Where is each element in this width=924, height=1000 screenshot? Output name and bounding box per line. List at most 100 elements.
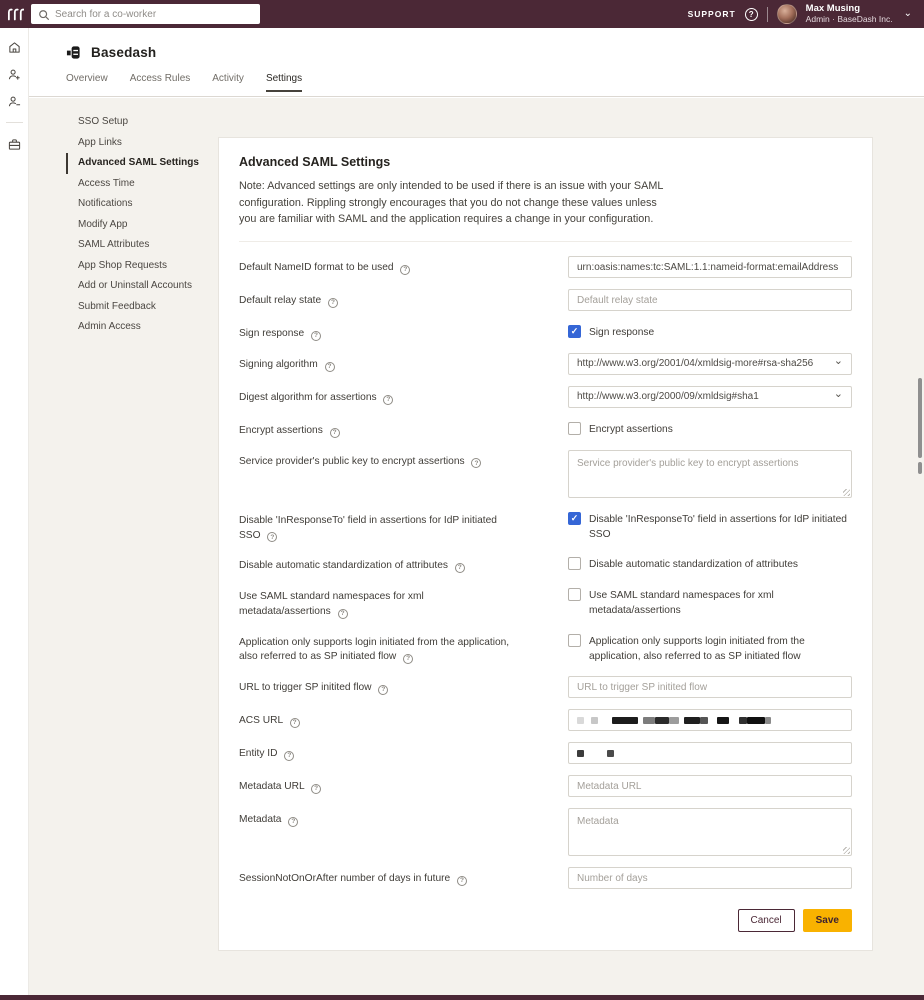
sign-response-checkbox[interactable]: ✓ bbox=[568, 325, 581, 338]
default-relay-state-label: Default relay state ? bbox=[239, 289, 544, 309]
search-icon bbox=[38, 8, 50, 20]
tab-activity[interactable]: Activity bbox=[212, 73, 244, 92]
metadata-placeholder: Metadata bbox=[577, 816, 619, 827]
signing-algorithm-select[interactable]: http://www.w3.org/2001/04/xmldsig-more#r… bbox=[568, 353, 852, 375]
help-icon[interactable]: ? bbox=[267, 532, 277, 542]
settings-nav-advanced-saml-settings[interactable]: Advanced SAML Settings bbox=[66, 153, 226, 174]
help-icon[interactable]: ? bbox=[457, 876, 467, 886]
redacted-block bbox=[669, 717, 679, 724]
cancel-button[interactable]: Cancel bbox=[738, 909, 795, 932]
help-icon[interactable]: ? bbox=[338, 609, 348, 619]
redacted-block bbox=[591, 717, 598, 724]
help-icon[interactable]: ? bbox=[288, 817, 298, 827]
sp-initiated-only-label: Application only supports login initiate… bbox=[239, 631, 544, 666]
redacted-block bbox=[577, 750, 584, 757]
settings-nav-app-links[interactable]: App Links bbox=[66, 133, 226, 154]
acs-url-input[interactable] bbox=[568, 709, 852, 731]
help-icon[interactable]: ? bbox=[330, 428, 340, 438]
redacted-block bbox=[655, 717, 669, 724]
saml-standard-namespaces-checkbox-label: Use SAML standard namespaces for xml met… bbox=[589, 588, 852, 619]
settings-nav-add-or-uninstall-accounts[interactable]: Add or Uninstall Accounts bbox=[66, 276, 226, 297]
sp-flow-url-input[interactable] bbox=[568, 676, 852, 698]
tab-overview[interactable]: Overview bbox=[66, 73, 108, 92]
session-not-on-or-after-input[interactable] bbox=[568, 867, 852, 889]
entity-id-input[interactable] bbox=[568, 742, 852, 764]
signing-algorithm-control: http://www.w3.org/2001/04/xmldsig-more#r… bbox=[568, 353, 852, 375]
form-row-sp-initiated-only: Application only supports login initiate… bbox=[239, 631, 852, 666]
help-icon[interactable]: ? bbox=[745, 8, 758, 21]
digest-algorithm-select[interactable]: http://www.w3.org/2000/09/xmldsig#sha1⌄ bbox=[568, 386, 852, 408]
help-icon[interactable]: ? bbox=[383, 395, 393, 405]
saml-standard-namespaces-checkbox[interactable] bbox=[568, 588, 581, 601]
form-row-sp-public-key: Service provider's public key to encrypt… bbox=[239, 450, 852, 498]
disable-inresponseto-control: ✓Disable 'InResponseTo' field in asserti… bbox=[568, 509, 852, 543]
default-nameid-format-input[interactable] bbox=[568, 256, 852, 278]
help-icon[interactable]: ? bbox=[284, 751, 294, 761]
form-row-metadata-url: Metadata URL ? bbox=[239, 775, 852, 797]
metadata-url-input[interactable] bbox=[568, 775, 852, 797]
settings-nav-notifications[interactable]: Notifications bbox=[66, 194, 226, 215]
metadata-textarea[interactable]: Metadata bbox=[568, 808, 852, 856]
disable-inresponseto-label: Disable 'InResponseTo' field in assertio… bbox=[239, 509, 544, 544]
add-user-icon[interactable] bbox=[7, 67, 21, 81]
disable-standardization-control: Disable automatic standardization of att… bbox=[568, 554, 852, 572]
help-icon[interactable]: ? bbox=[311, 784, 321, 794]
help-icon[interactable]: ? bbox=[471, 458, 481, 468]
icon-rail bbox=[0, 28, 29, 995]
search-input[interactable] bbox=[31, 4, 260, 24]
redacted-block bbox=[612, 717, 638, 724]
help-icon[interactable]: ? bbox=[290, 718, 300, 728]
disable-standardization-checkbox[interactable] bbox=[568, 557, 581, 570]
settings-nav-submit-feedback[interactable]: Submit Feedback bbox=[66, 297, 226, 318]
page-title: Basedash bbox=[91, 45, 156, 60]
user-menu[interactable]: Max Musing Admin · BaseDash Inc. bbox=[806, 4, 893, 25]
tab-settings[interactable]: Settings bbox=[266, 73, 302, 92]
entity-id-label: Entity ID ? bbox=[239, 742, 544, 762]
resize-handle[interactable] bbox=[843, 847, 850, 854]
default-relay-state-input[interactable] bbox=[568, 289, 852, 311]
encrypt-assertions-control: Encrypt assertions bbox=[568, 419, 852, 437]
settings-nav: SSO SetupApp LinksAdvanced SAML Settings… bbox=[66, 112, 226, 338]
resize-handle[interactable] bbox=[843, 489, 850, 496]
save-button[interactable]: Save bbox=[803, 909, 852, 932]
settings-nav-saml-attributes[interactable]: SAML Attributes bbox=[66, 235, 226, 256]
digest-algorithm-control: http://www.w3.org/2000/09/xmldsig#sha1⌄ bbox=[568, 386, 852, 408]
session-not-on-or-after-control bbox=[568, 867, 852, 889]
form-row-entity-id: Entity ID ? bbox=[239, 742, 852, 764]
sp-initiated-only-checkbox[interactable] bbox=[568, 634, 581, 647]
briefcase-icon[interactable] bbox=[7, 137, 21, 151]
divider bbox=[239, 241, 852, 242]
help-icon[interactable]: ? bbox=[400, 265, 410, 275]
encrypt-assertions-checkbox[interactable] bbox=[568, 422, 581, 435]
help-icon[interactable]: ? bbox=[325, 362, 335, 372]
settings-nav-access-time[interactable]: Access Time bbox=[66, 174, 226, 195]
settings-nav-admin-access[interactable]: Admin Access bbox=[66, 317, 226, 338]
chevron-down-icon[interactable]: ⌄ bbox=[904, 8, 912, 19]
help-icon[interactable]: ? bbox=[403, 654, 413, 664]
redacted-block bbox=[765, 717, 771, 724]
scrollbar-thumb[interactable] bbox=[918, 462, 922, 474]
scrollbar-thumb[interactable] bbox=[918, 378, 922, 458]
sp-public-key-textarea[interactable]: Service provider's public key to encrypt… bbox=[568, 450, 852, 498]
home-icon[interactable] bbox=[7, 40, 21, 54]
remove-user-icon[interactable] bbox=[7, 94, 21, 108]
help-icon[interactable]: ? bbox=[328, 298, 338, 308]
digest-algorithm-label: Digest algorithm for assertions ? bbox=[239, 386, 544, 406]
settings-nav-sso-setup[interactable]: SSO Setup bbox=[66, 112, 226, 133]
topbar-divider bbox=[767, 7, 768, 22]
default-relay-state-control bbox=[568, 289, 852, 311]
tab-access-rules[interactable]: Access Rules bbox=[130, 73, 191, 92]
help-icon[interactable]: ? bbox=[311, 331, 321, 341]
form-row-sign-response: Sign response ?✓Sign response bbox=[239, 322, 852, 342]
rippling-logo-icon[interactable] bbox=[0, 0, 30, 28]
default-nameid-format-control bbox=[568, 256, 852, 278]
support-link[interactable]: SUPPORT bbox=[688, 9, 736, 19]
help-icon[interactable]: ? bbox=[455, 563, 465, 573]
signing-algorithm-label: Signing algorithm ? bbox=[239, 353, 544, 373]
avatar[interactable] bbox=[777, 4, 797, 24]
settings-nav-app-shop-requests[interactable]: App Shop Requests bbox=[66, 256, 226, 277]
settings-nav-modify-app[interactable]: Modify App bbox=[66, 215, 226, 236]
help-icon[interactable]: ? bbox=[378, 685, 388, 695]
basedash-logo-icon bbox=[66, 45, 81, 60]
disable-inresponseto-checkbox[interactable]: ✓ bbox=[568, 512, 581, 525]
